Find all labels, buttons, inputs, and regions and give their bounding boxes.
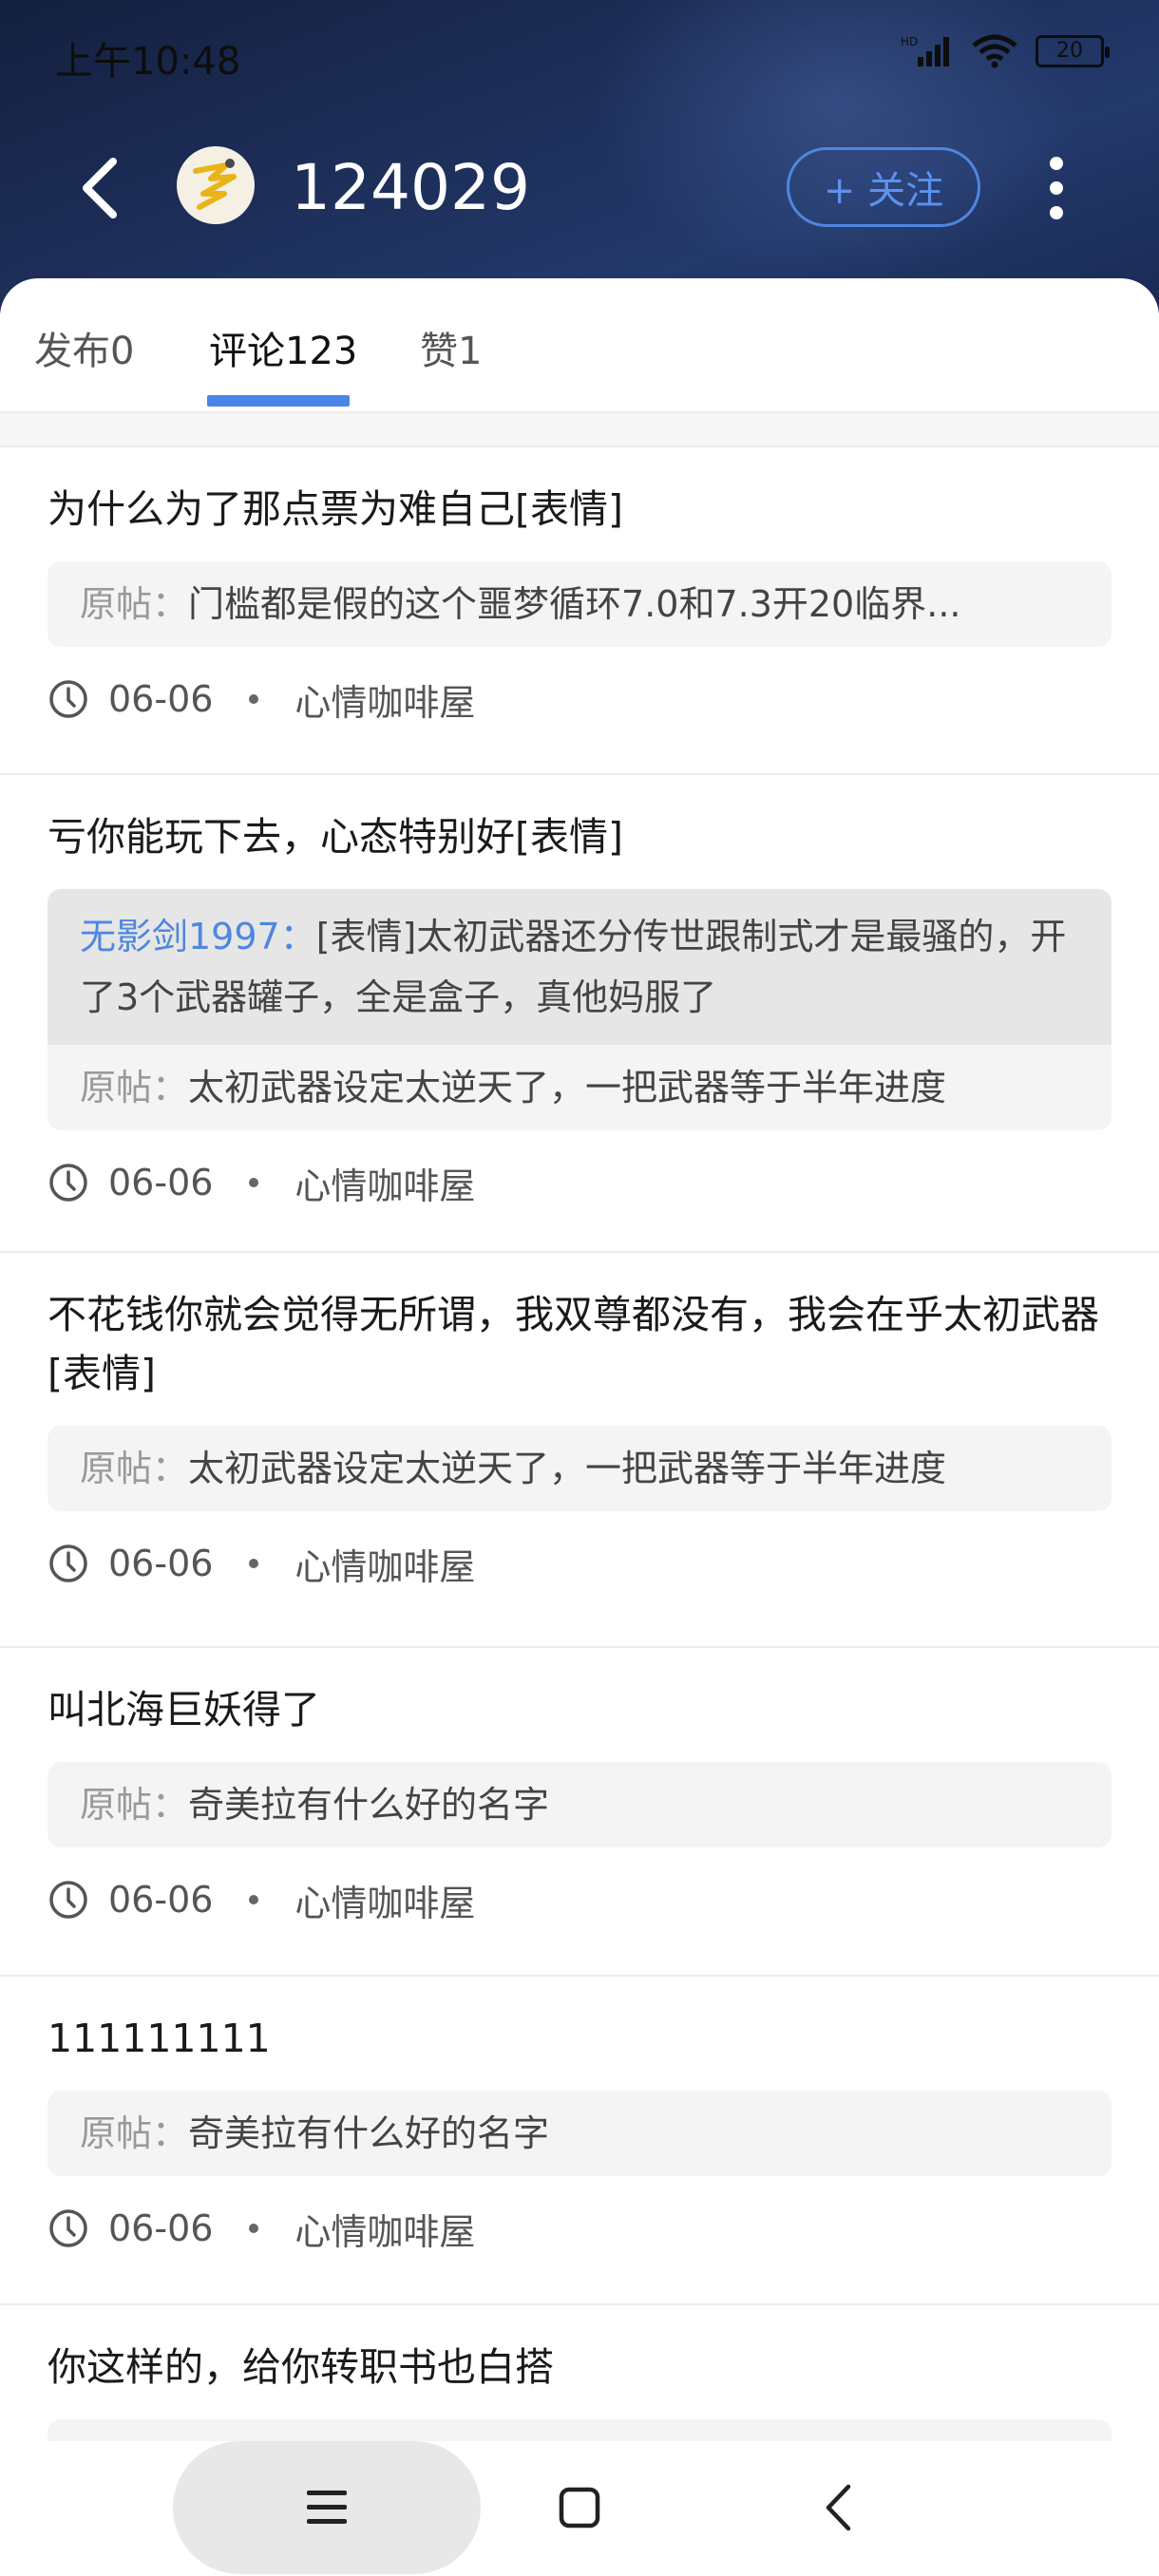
home-square-icon bbox=[559, 2487, 600, 2529]
original-post-box[interactable]: 原帖：奇美拉有什么好的名字 bbox=[48, 2091, 1112, 2176]
network-label: HD bbox=[901, 35, 918, 48]
original-post-box[interactable]: 无影剑1997：[表情]太初武器还分传世跟制式才是最骚的，开了3个武器罐子，全是… bbox=[48, 889, 1112, 1130]
follow-button[interactable]: + 关注 bbox=[787, 147, 980, 227]
more-options-button[interactable] bbox=[1036, 150, 1077, 226]
comment-text: 你这样的，给你转职书也白搭 bbox=[48, 2344, 554, 2390]
list-top-divider bbox=[0, 413, 1159, 447]
original-post-label: 原帖： bbox=[80, 2112, 189, 2154]
avatar[interactable] bbox=[177, 146, 255, 224]
comment-date: 06-06 bbox=[108, 2207, 214, 2249]
original-post-text: 奇美拉有什么好的名字 bbox=[188, 2112, 550, 2154]
tab-comments[interactable]: 评论123 bbox=[209, 320, 357, 375]
clock-icon bbox=[49, 2209, 87, 2247]
original-post: 原帖：奇美拉有什么好的名字 bbox=[48, 2091, 1112, 2176]
comment-forum[interactable]: 心情咖啡屋 bbox=[294, 673, 475, 726]
quoted-reply: 无影剑1997：[表情]太初武器还分传世跟制式才是最骚的，开了3个武器罐子，全是… bbox=[48, 889, 1112, 1045]
comment-text: 叫北海巨妖得了 bbox=[48, 1687, 320, 1733]
comment-forum[interactable]: 心情咖啡屋 bbox=[294, 1157, 475, 1209]
original-post-label: 原帖： bbox=[80, 1448, 189, 1489]
meta-separator bbox=[249, 694, 259, 704]
original-post-box[interactable]: 原帖：门槛都是假的这个噩梦循环7.0和7.3开20临界... bbox=[48, 561, 1112, 647]
avatar-bird-icon bbox=[193, 159, 237, 210]
active-tab-indicator bbox=[207, 395, 350, 407]
clock-icon bbox=[49, 680, 87, 718]
clock-icon bbox=[49, 1881, 87, 1919]
app-screen: 上午10:48 HD 20 124029 + 关注 发布0 评论123 赞1 为… bbox=[0, 0, 1159, 2576]
meta-separator bbox=[249, 1895, 259, 1904]
profile-header: 上午10:48 HD 20 124029 + 关注 bbox=[0, 0, 1159, 313]
comment-item[interactable]: 亏你能玩下去，心态特别好[表情] 无影剑1997：[表情]太初武器还分传世跟制式… bbox=[0, 775, 1159, 1253]
comment-date: 06-06 bbox=[108, 678, 214, 720]
status-bar: 上午10:48 HD 20 bbox=[0, 0, 1159, 104]
system-navigation-bar bbox=[0, 2441, 1159, 2576]
comment-list: 为什么为了那点票为难自己[表情] 原帖：门槛都是假的这个噩梦循环7.0和7.3开… bbox=[0, 447, 1159, 2495]
comment-forum[interactable]: 心情咖啡屋 bbox=[294, 2203, 475, 2255]
comment-date: 06-06 bbox=[108, 1543, 214, 1584]
meta-separator bbox=[249, 1178, 259, 1187]
comment-meta: 06-06 心情咖啡屋 bbox=[48, 2203, 1112, 2255]
profile-nav-row: 124029 + 关注 bbox=[0, 133, 1159, 247]
original-post-text: 奇美拉有什么好的名字 bbox=[188, 1784, 550, 1826]
battery-icon: 20 bbox=[1036, 35, 1110, 67]
original-post: 原帖：奇美拉有什么好的名字 bbox=[48, 1762, 1112, 1847]
comment-item[interactable]: 叫北海巨妖得了 原帖：奇美拉有什么好的名字 06-06 心情咖啡屋 bbox=[0, 1648, 1159, 1977]
comment-text: 亏你能玩下去，心态特别好[表情] bbox=[48, 814, 623, 860]
comment-text: 不花钱你就会觉得无所谓，我双尊都没有，我会在乎太初武器[表情] bbox=[48, 1292, 1099, 1396]
home-button[interactable] bbox=[549, 2441, 610, 2574]
comment-forum[interactable]: 心情咖啡屋 bbox=[294, 1874, 475, 1926]
menu-icon bbox=[307, 2491, 347, 2524]
signal-icon: HD bbox=[901, 35, 949, 66]
more-dot-icon bbox=[1050, 181, 1063, 195]
comment-item[interactable]: 不花钱你就会觉得无所谓，我双尊都没有，我会在乎太初武器[表情] 原帖：太初武器设… bbox=[0, 1253, 1159, 1648]
reply-author[interactable]: 无影剑1997： bbox=[80, 916, 316, 957]
original-post-text: 太初武器设定太逆天了，一把武器等于半年进度 bbox=[188, 1448, 947, 1489]
comment-item[interactable]: 为什么为了那点票为难自己[表情] 原帖：门槛都是假的这个噩梦循环7.0和7.3开… bbox=[0, 447, 1159, 775]
comment-text: 111111111 bbox=[48, 2016, 271, 2061]
original-post-label: 原帖： bbox=[80, 1784, 189, 1826]
original-post: 原帖：门槛都是假的这个噩梦循环7.0和7.3开20临界... bbox=[48, 561, 1112, 647]
comment-forum[interactable]: 心情咖啡屋 bbox=[294, 1538, 475, 1590]
comment-meta: 06-06 心情咖啡屋 bbox=[48, 1157, 1112, 1209]
original-post-label: 原帖： bbox=[80, 583, 189, 625]
comment-date: 06-06 bbox=[108, 1879, 214, 1921]
original-post-text: 门槛都是假的这个噩梦循环7.0和7.3开20临界... bbox=[188, 583, 961, 625]
original-post-box[interactable]: 原帖：奇美拉有什么好的名字 bbox=[48, 1762, 1112, 1847]
more-dot-icon bbox=[1050, 157, 1063, 170]
status-time: 上午10:48 bbox=[55, 40, 241, 84]
comment-meta: 06-06 心情咖啡屋 bbox=[48, 673, 1112, 726]
clock-icon bbox=[49, 1164, 87, 1202]
comment-text: 为什么为了那点票为难自己[表情] bbox=[48, 486, 623, 532]
clock-icon bbox=[49, 1544, 87, 1582]
user-name: 124029 bbox=[291, 151, 530, 224]
original-post: 原帖：太初武器设定太逆天了，一把武器等于半年进度 bbox=[48, 1426, 1112, 1511]
comment-item[interactable]: 111111111 原帖：奇美拉有什么好的名字 06-06 心情咖啡屋 bbox=[0, 1977, 1159, 2305]
comment-date: 06-06 bbox=[108, 1162, 214, 1203]
original-post-text: 太初武器设定太逆天了，一把武器等于半年进度 bbox=[188, 1067, 947, 1108]
original-post: 原帖：太初武器设定太逆天了，一把武器等于半年进度 bbox=[48, 1045, 1112, 1130]
chevron-left-icon bbox=[826, 2484, 851, 2531]
recent-apps-button[interactable] bbox=[173, 2441, 481, 2574]
original-post-box[interactable]: 原帖：太初武器设定太逆天了，一把武器等于半年进度 bbox=[48, 1426, 1112, 1511]
comment-meta: 06-06 心情咖啡屋 bbox=[48, 1874, 1112, 1926]
tab-likes[interactable]: 赞1 bbox=[420, 320, 482, 375]
original-post-label: 原帖： bbox=[80, 1067, 189, 1108]
chevron-left-icon bbox=[83, 158, 117, 218]
back-button[interactable] bbox=[66, 150, 133, 226]
meta-separator bbox=[249, 1559, 259, 1568]
system-back-button[interactable] bbox=[808, 2441, 868, 2574]
more-dot-icon bbox=[1050, 206, 1063, 219]
tab-posts[interactable]: 发布0 bbox=[34, 320, 134, 375]
wifi-icon bbox=[972, 34, 1017, 68]
status-icons: HD 20 bbox=[901, 34, 1110, 68]
meta-separator bbox=[249, 2224, 259, 2233]
comment-meta: 06-06 心情咖啡屋 bbox=[48, 1538, 1112, 1590]
profile-tabs: 发布0 评论123 赞1 bbox=[0, 278, 1159, 413]
